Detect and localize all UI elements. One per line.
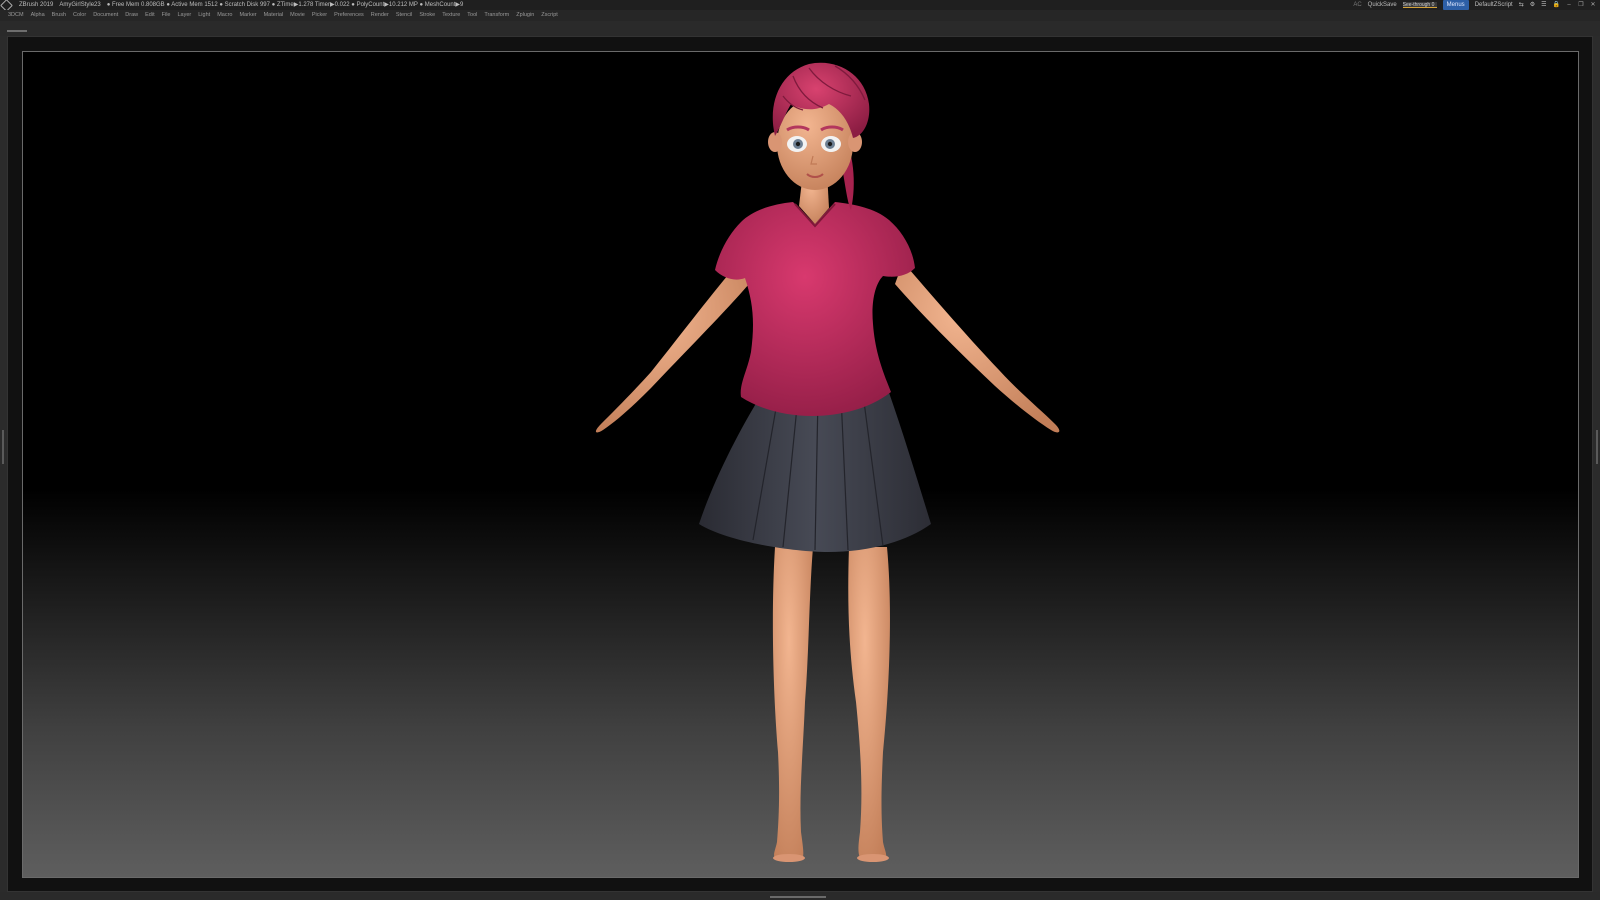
main-menu-bar: 3DCM Alpha Brush Color Document Draw Edi… xyxy=(0,10,1600,21)
left-tray-handle[interactable] xyxy=(2,430,4,464)
layout-icon[interactable]: ⇆ xyxy=(1519,0,1524,10)
shelf-bar xyxy=(0,21,1600,36)
restore-icon[interactable]: ❐ xyxy=(1578,2,1584,8)
menu-item-zscript[interactable]: Zscript xyxy=(541,10,558,21)
menu-item-file[interactable]: File xyxy=(162,10,171,21)
ui-icon[interactable]: ☰ xyxy=(1541,0,1546,10)
default-zscript-button[interactable]: DefaultZScript xyxy=(1475,0,1513,10)
minimize-icon[interactable]: – xyxy=(1566,2,1572,8)
status-stats: ● Free Mem 0.808GB ● Active Mem 1512 ● S… xyxy=(106,2,464,8)
menu-item-brush[interactable]: Brush xyxy=(52,10,66,21)
menu-item-3dcm[interactable]: 3DCM xyxy=(8,10,24,21)
title-bar: ZBrush 2019 AmyGirlStyle23 ● Free Mem 0.… xyxy=(0,0,1600,10)
menu-item-stencil[interactable]: Stencil xyxy=(396,10,413,21)
menu-item-macro[interactable]: Macro xyxy=(217,10,232,21)
menu-item-movie[interactable]: Movie xyxy=(290,10,305,21)
help-icon[interactable]: ⚙ xyxy=(1530,0,1535,10)
legs xyxy=(772,547,890,862)
menu-item-picker[interactable]: Picker xyxy=(312,10,327,21)
close-icon[interactable]: ✕ xyxy=(1590,2,1596,8)
bottom-tray-handle[interactable] xyxy=(770,896,826,898)
menu-item-material[interactable]: Material xyxy=(264,10,284,21)
lock-icon[interactable]: 🔒 xyxy=(1553,0,1560,10)
menu-item-layer[interactable]: Layer xyxy=(177,10,191,21)
ac-button[interactable]: AC xyxy=(1353,0,1361,10)
menu-item-alpha[interactable]: Alpha xyxy=(31,10,45,21)
menu-item-light[interactable]: Light xyxy=(198,10,210,21)
right-tray-handle[interactable] xyxy=(1596,430,1598,464)
shelf-tab-handle[interactable] xyxy=(7,30,27,32)
document-canvas[interactable] xyxy=(22,51,1579,878)
character-model xyxy=(595,62,1060,862)
see-through-slider[interactable]: See-through 0 xyxy=(1402,2,1437,8)
menu-item-transform[interactable]: Transform xyxy=(484,10,509,21)
shirt xyxy=(715,202,915,416)
menu-item-render[interactable]: Render xyxy=(371,10,389,21)
quicksave-button[interactable]: QuickSave xyxy=(1368,0,1397,10)
menu-item-marker[interactable]: Marker xyxy=(239,10,256,21)
menu-item-zplugin[interactable]: Zplugin xyxy=(516,10,534,21)
menu-item-color[interactable]: Color xyxy=(73,10,86,21)
menu-item-texture[interactable]: Texture xyxy=(442,10,460,21)
menu-item-document[interactable]: Document xyxy=(93,10,118,21)
document-name: AmyGirlStyle23 xyxy=(59,2,101,8)
menu-item-edit[interactable]: Edit xyxy=(145,10,154,21)
see-through-label: See-through 0 xyxy=(1402,2,1435,8)
menus-button[interactable]: Menus xyxy=(1442,0,1469,10)
menu-item-tool[interactable]: Tool xyxy=(467,10,477,21)
menu-item-stroke[interactable]: Stroke xyxy=(419,10,435,21)
app-title: ZBrush 2019 xyxy=(19,2,54,8)
zbrush-logo-icon xyxy=(0,0,13,10)
menu-item-preferences[interactable]: Preferences xyxy=(334,10,364,21)
menu-item-draw[interactable]: Draw xyxy=(125,10,138,21)
